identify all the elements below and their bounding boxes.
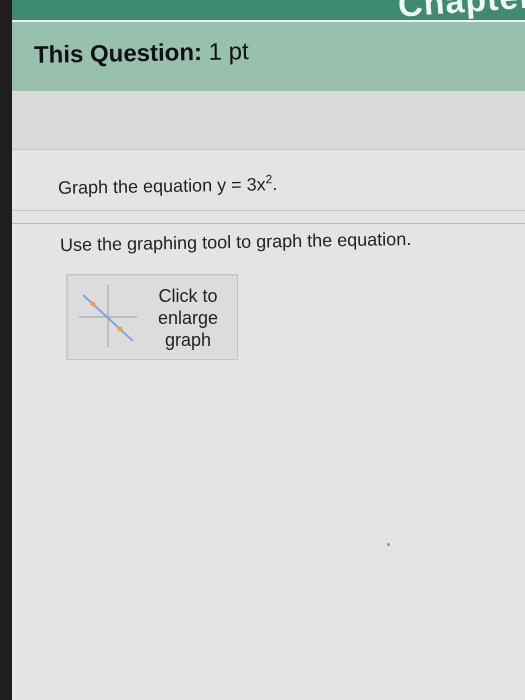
question-prompt: Graph the equation y = 3x2. — [57, 172, 278, 199]
question-points-title: This Question: 1 pt — [34, 38, 249, 70]
question-prompt-suffix: . — [272, 174, 278, 195]
instruction-text: Use the graphing tool to graph the equat… — [59, 228, 412, 256]
content-divider-upper — [12, 210, 525, 211]
enlarge-graph-label: Click to enlarge graph — [151, 285, 225, 351]
enlarge-graph-label-line1: Click to — [158, 286, 218, 306]
question-content: Graph the equation y = 3x2. Use the grap… — [12, 150, 525, 700]
header-gap — [12, 91, 525, 150]
line-graph-icon — [77, 283, 139, 349]
banner-title: Chapter — [396, 0, 525, 20]
content-divider-lower — [12, 223, 525, 224]
top-banner: Chapter — [12, 0, 525, 20]
screen-dust-mark — [387, 543, 390, 546]
question-prompt-text: Graph the equation y = 3x — [57, 174, 266, 198]
enlarge-graph-button[interactable]: Click to enlarge graph — [66, 274, 238, 360]
question-label: This Question: — [33, 38, 203, 69]
question-header: This Question: 1 pt — [12, 20, 525, 93]
enlarge-graph-label-line3: graph — [164, 330, 212, 350]
question-screen: Chapter This Question: 1 pt Graph the eq… — [12, 0, 525, 700]
question-points: 1 pt — [208, 38, 249, 66]
enlarge-graph-label-line2: enlarge — [157, 308, 219, 328]
